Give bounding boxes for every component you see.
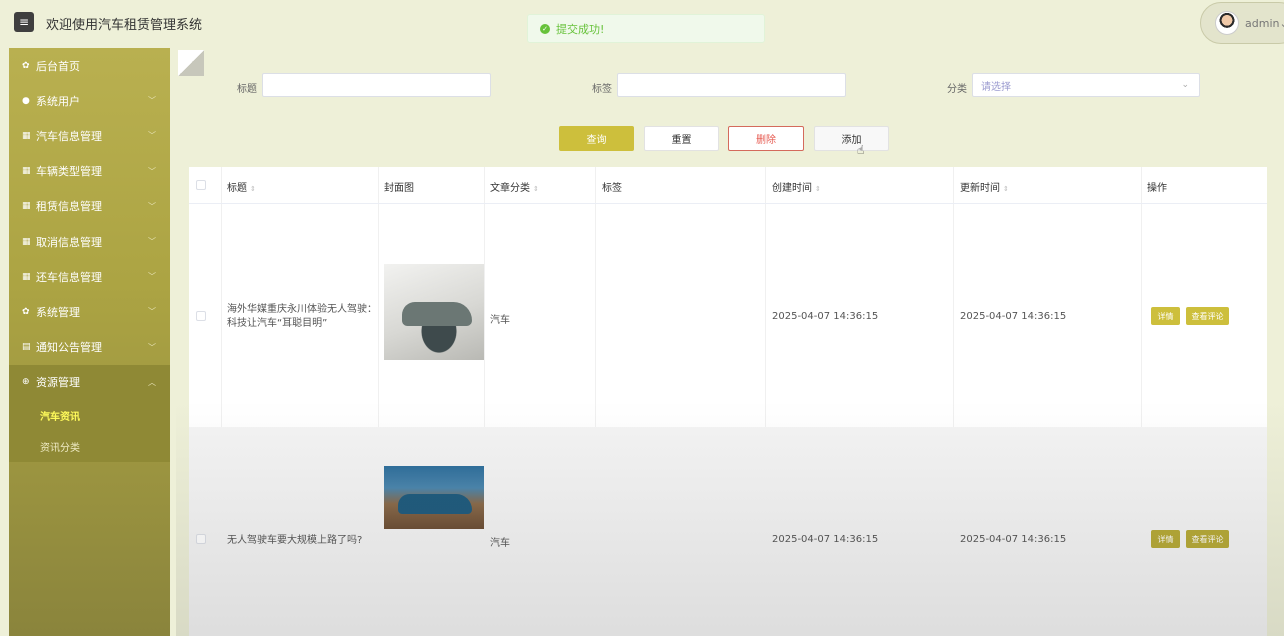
row-checkbox[interactable] bbox=[196, 311, 206, 321]
row-title: 无人驾驶车要大规模上路了吗? bbox=[227, 535, 363, 546]
hand-cursor-icon: ☝ bbox=[857, 143, 865, 157]
chevron-down-icon: ﹀ bbox=[148, 272, 156, 282]
view-comments-button[interactable]: 查看评论 bbox=[1186, 530, 1229, 548]
add-button[interactable]: 添加 bbox=[814, 126, 889, 151]
avatar bbox=[1215, 11, 1239, 35]
toast-message: 提交成功! bbox=[556, 22, 605, 36]
table-header: 标题 ⇕ 封面图 文章分类 ⇕ 标签 创建时间 ⇕ 更新时间 ⇕ 操作 bbox=[189, 167, 1267, 204]
table-row: 海外华媒重庆永川体验无人驾驶：科技让汽车“耳聪目明” 汽车 2025-04-07… bbox=[189, 204, 1267, 427]
chevron-down-icon: ﹀ bbox=[148, 342, 156, 352]
row-category: 汽车 bbox=[490, 315, 510, 326]
grid-icon: ▦ bbox=[22, 166, 31, 177]
sidebar-item-notices[interactable]: ▤ 通知公告管理 ﹀ bbox=[9, 330, 170, 365]
grid-icon: ▦ bbox=[22, 236, 31, 247]
sort-icon: ⇕ bbox=[1003, 185, 1009, 193]
chevron-down-icon: ﹀ bbox=[148, 96, 156, 106]
reset-button[interactable]: 重置 bbox=[644, 126, 719, 151]
submenu-item-car-news[interactable]: 汽车资讯 bbox=[9, 400, 170, 431]
cover-image bbox=[384, 264, 484, 360]
news-table: 标题 ⇕ 封面图 文章分类 ⇕ 标签 创建时间 ⇕ 更新时间 ⇕ 操作 海外华媒重庆永川… bbox=[189, 167, 1267, 636]
sidebar-item-vehicle-types[interactable]: ▦ 车辆类型管理 ﹀ bbox=[9, 154, 170, 189]
row-updated: 2025-04-07 14:36:15 bbox=[960, 534, 1067, 545]
sidebar-item-resources[interactable]: ⊕ 资源管理 ︿ bbox=[9, 364, 170, 400]
gear-icon: ✿ bbox=[22, 60, 30, 71]
app-title: 欢迎使用汽车租赁管理系统 bbox=[46, 18, 203, 33]
column-header-updated[interactable]: 更新时间 ⇕ bbox=[960, 179, 1009, 194]
sort-icon: ⇕ bbox=[815, 185, 821, 193]
cover-image bbox=[384, 466, 484, 529]
detail-button[interactable]: 详情 bbox=[1151, 530, 1180, 548]
chevron-down-icon: ﹀ bbox=[148, 166, 156, 176]
grid-icon: ▦ bbox=[22, 201, 31, 212]
sidebar-item-users[interactable]: ● 系统用户 ﹀ bbox=[9, 83, 170, 118]
column-header-cover: 封面图 bbox=[384, 183, 414, 194]
sort-icon: ⇕ bbox=[533, 185, 539, 193]
user-menu[interactable]: admin⌄ bbox=[1200, 2, 1284, 44]
sidebar-item-rentals[interactable]: ▦ 租赁信息管理 ﹀ bbox=[9, 189, 170, 224]
gear-icon: ✿ bbox=[22, 306, 30, 317]
column-header-category[interactable]: 文章分类 ⇕ bbox=[490, 179, 539, 194]
category-filter-label: 分类 bbox=[947, 84, 967, 95]
row-created: 2025-04-07 14:36:15 bbox=[772, 534, 879, 545]
user-icon: ● bbox=[22, 95, 30, 106]
category-select[interactable]: 请选择 ⌄ bbox=[972, 73, 1200, 97]
detail-button[interactable]: 详情 bbox=[1151, 307, 1180, 325]
menu-toggle-button[interactable]: ≡ bbox=[14, 12, 34, 32]
top-bar: ≡ 欢迎使用汽车租赁管理系统 ✓ 提交成功! admin⌄ bbox=[0, 0, 1284, 46]
resources-submenu: 汽车资讯 资讯分类 bbox=[9, 399, 170, 462]
main-content: 标题 标签 分类 请选择 ⌄ 查询 重置 删除 添加 ☝ 标题 ⇕ 封面图 文章分… bbox=[176, 48, 1284, 636]
check-circle-icon: ✓ bbox=[540, 23, 550, 34]
chevron-down-icon: ﹀ bbox=[148, 131, 156, 141]
view-comments-button[interactable]: 查看评论 bbox=[1186, 307, 1229, 325]
row-title: 海外华媒重庆永川体验无人驾驶：科技让汽车“耳聪目明” bbox=[227, 304, 377, 329]
success-toast: ✓ 提交成功! bbox=[527, 14, 765, 43]
sidebar: ✿ 后台首页 ● 系统用户 ﹀ ▦ 汽车信息管理 ﹀ ▦ 车辆类型管理 ﹀ ▦ 租赁信息管理 ﹀ … bbox=[9, 48, 170, 636]
sidebar-item-system[interactable]: ✿ 系统管理 ﹀ bbox=[9, 294, 170, 329]
column-header-title[interactable]: 标题 ⇕ bbox=[227, 179, 256, 194]
select-all-checkbox[interactable] bbox=[196, 180, 206, 190]
query-button[interactable]: 查询 bbox=[559, 126, 634, 151]
page-corner-fold bbox=[178, 50, 204, 76]
row-updated: 2025-04-07 14:36:15 bbox=[960, 311, 1067, 322]
sidebar-item-cancellations[interactable]: ▦ 取消信息管理 ﹀ bbox=[9, 224, 170, 259]
sidebar-item-car-info[interactable]: ▦ 汽车信息管理 ﹀ bbox=[9, 118, 170, 153]
row-checkbox[interactable] bbox=[196, 534, 206, 544]
grid-icon: ▦ bbox=[22, 130, 31, 141]
chevron-down-icon: ⌄ bbox=[1279, 17, 1284, 30]
grid-icon: ▦ bbox=[22, 271, 31, 282]
table-row: 无人驾驶车要大规模上路了吗? 汽车 2025-04-07 14:36:15 20… bbox=[189, 427, 1267, 636]
column-header-tag: 标签 bbox=[602, 183, 622, 194]
tag-filter-input[interactable] bbox=[617, 73, 846, 97]
column-header-actions: 操作 bbox=[1147, 183, 1167, 194]
chevron-down-icon: ﹀ bbox=[148, 236, 156, 246]
user-name: admin⌄ bbox=[1245, 17, 1284, 30]
row-created: 2025-04-07 14:36:15 bbox=[772, 311, 879, 322]
title-filter-input[interactable] bbox=[262, 73, 491, 97]
title-filter-label: 标题 bbox=[237, 84, 257, 95]
column-header-created[interactable]: 创建时间 ⇕ bbox=[772, 179, 821, 194]
sidebar-item-home[interactable]: ✿ 后台首页 bbox=[9, 48, 170, 83]
doc-icon: ▤ bbox=[22, 342, 31, 353]
sidebar-item-returns[interactable]: ▦ 还车信息管理 ﹀ bbox=[9, 259, 170, 294]
chevron-down-icon: ﹀ bbox=[148, 201, 156, 211]
row-category: 汽车 bbox=[490, 538, 510, 549]
sort-icon: ⇕ bbox=[250, 185, 256, 193]
chevron-up-icon: ︿ bbox=[148, 377, 156, 387]
plus-circle-icon: ⊕ bbox=[22, 377, 30, 388]
chevron-down-icon: ﹀ bbox=[148, 307, 156, 317]
delete-button[interactable]: 删除 bbox=[728, 126, 804, 151]
tag-filter-label: 标签 bbox=[592, 84, 612, 95]
hamburger-icon: ≡ bbox=[18, 15, 30, 29]
submenu-item-news-category[interactable]: 资讯分类 bbox=[9, 431, 170, 462]
chevron-down-icon: ⌄ bbox=[1181, 80, 1189, 90]
